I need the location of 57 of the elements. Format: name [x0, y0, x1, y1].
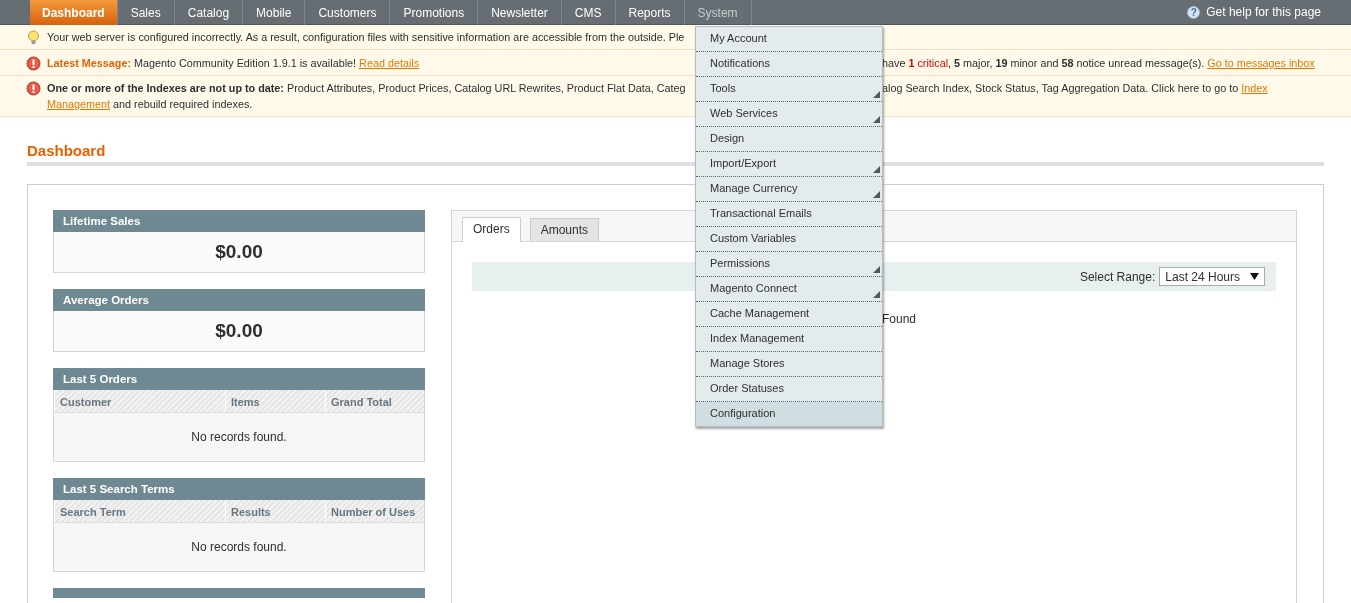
empty-message: No records found. [191, 540, 287, 554]
column-header[interactable]: Grand Total [325, 390, 424, 412]
link[interactable]: Management [47, 96, 111, 112]
menu-item[interactable]: Web Services [696, 102, 882, 127]
message-text: One or more of the Indexes are not up to date: Product Attributes, Product Prices, Catalog URL Rewrites, Product Flat Data, Categ [47, 81, 686, 96]
menu-item[interactable]: Magento Connect [696, 277, 882, 302]
message-text: and rebuild required indexes. [113, 97, 253, 112]
range-select[interactable]: Last 24 Hours [1159, 267, 1265, 286]
help-icon[interactable]: ? [1187, 5, 1201, 19]
menu-item[interactable]: Configuration [696, 402, 882, 426]
link[interactable]: Read details [359, 55, 420, 71]
column-header[interactable]: Items [225, 390, 325, 412]
message-text: have 1 critical, 5 major, 19 minor and 58 notice unread message(s). [882, 56, 1205, 71]
column-header[interactable]: Customer [54, 390, 225, 412]
menu-item[interactable]: Custom Variables [696, 227, 882, 252]
message-text: Magento Community Edition 1.9.1 is available! [134, 56, 357, 71]
menu-item[interactable]: My Account [696, 27, 882, 52]
error-icon [26, 81, 41, 96]
link[interactable]: Go to messages inbox [1207, 55, 1315, 71]
column-header[interactable]: Search Term [54, 500, 225, 522]
range-label: Select Range: [1079, 269, 1156, 284]
tab[interactable]: Orders [462, 217, 521, 242]
caret-icon [1250, 273, 1259, 280]
menu-item[interactable]: Manage Currency [696, 177, 882, 202]
menu-item[interactable]: Import/Export [696, 152, 882, 177]
stat-value: $0.00 [215, 241, 263, 263]
menu-item[interactable]: Transactional Emails [696, 202, 882, 227]
box-header: Average Orders [53, 289, 425, 311]
menu-item[interactable]: Cache Management [696, 302, 882, 327]
box-header: Lifetime Sales [53, 210, 425, 232]
submenu-icon [873, 191, 880, 198]
menu-item[interactable]: Manage Stores [696, 352, 882, 377]
tab[interactable]: Amounts [529, 218, 600, 241]
menu-item[interactable]: Design [696, 127, 882, 152]
submenu-icon [873, 166, 880, 173]
column-header[interactable]: Results [225, 500, 325, 522]
empty-message: No records found. [191, 430, 287, 444]
box-header: Last 5 Search Terms [53, 478, 425, 500]
lightbulb-icon [26, 30, 41, 45]
error-icon [26, 56, 41, 71]
menu-item[interactable]: Tools [696, 77, 882, 102]
column-header[interactable]: Number of Uses [325, 500, 424, 522]
submenu-icon [873, 266, 880, 273]
stat-value: $0.00 [215, 320, 263, 342]
submenu-icon [873, 91, 880, 98]
box-header: Last 5 Orders [53, 368, 425, 390]
link[interactable]: Index [1241, 80, 1268, 96]
empty-message: Found [882, 312, 917, 326]
page-title: Dashboard [27, 142, 106, 159]
menu-item[interactable]: Permissions [696, 252, 882, 277]
menu-item[interactable]: Notifications [696, 52, 882, 77]
message-text: Your web server is configured incorrectly. As a result, configuration files with sensitive information are accessible from the outside. Ple [47, 30, 685, 45]
nav-item[interactable]: Dashboard [30, 0, 118, 25]
menu-item[interactable]: Index Management [696, 327, 882, 352]
message-title: Latest Message: [47, 56, 131, 71]
message-text: alog Search Index, Stock Status, Tag Aggregation Data. Click here to go to [882, 81, 1239, 96]
help-link[interactable]: Get help for this page [1206, 5, 1321, 19]
